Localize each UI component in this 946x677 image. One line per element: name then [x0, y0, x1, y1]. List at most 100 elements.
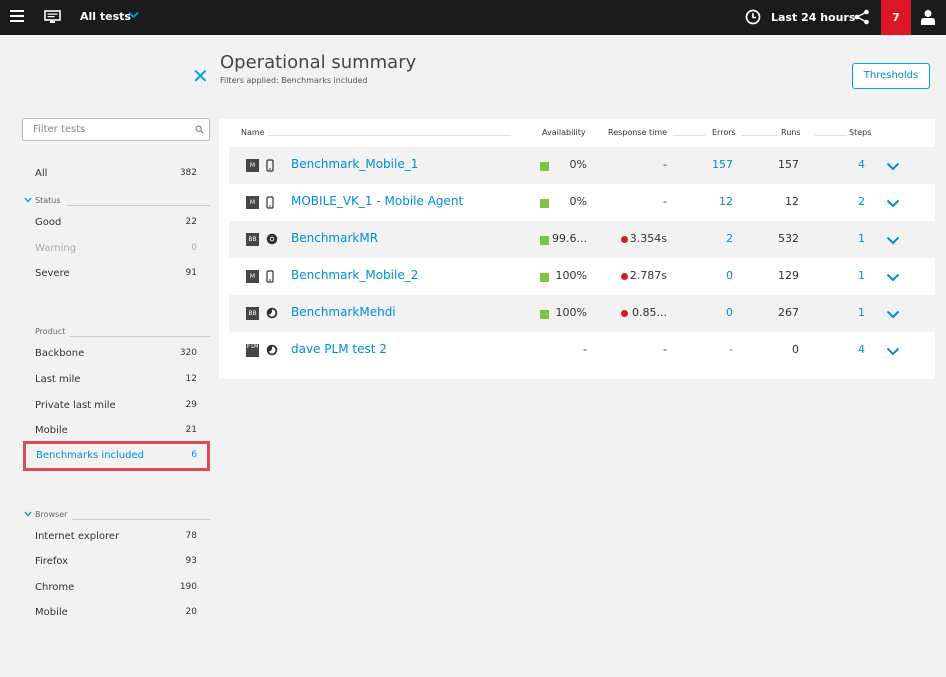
sidebar-item-firefox[interactable]: Firefox 93	[22, 553, 210, 573]
steps-link[interactable]: 2	[829, 195, 865, 208]
filter-tests-field[interactable]	[22, 118, 210, 141]
browser-section-header[interactable]: Browser	[22, 510, 210, 522]
notification-badge[interactable]: 7	[881, 0, 911, 35]
errors-link[interactable]: 0	[689, 269, 733, 282]
table-row[interactable]: M Benchmark_Mobile_2 100% 2.787s 0 129 1	[229, 258, 935, 295]
page-title: Operational summary	[220, 52, 417, 73]
sidebar-item-internet-explorer[interactable]: Internet explorer 78	[22, 528, 210, 548]
sidebar-item-chrome[interactable]: Chrome 190	[22, 579, 210, 599]
chevron-down-icon[interactable]	[886, 162, 900, 171]
table-row[interactable]: M Benchmark_Mobile_1 0% - 157 157 4	[229, 147, 935, 184]
sidebar-item-severe[interactable]: Severe 91	[22, 265, 210, 285]
search-icon[interactable]	[195, 125, 204, 134]
errors-link[interactable]: 157	[689, 158, 733, 171]
thresholds-button[interactable]: Thresholds	[852, 63, 930, 89]
product-badge: BB	[246, 307, 259, 320]
steps-link[interactable]: 1	[829, 306, 865, 319]
hamburger-menu-icon[interactable]	[10, 10, 24, 24]
response-time-value: 3.354s	[629, 232, 667, 245]
test-name-link[interactable]: dave PLM test 2	[291, 342, 387, 356]
filters-applied-text: Filters applied: Benchmarks included	[220, 76, 368, 85]
divider	[742, 135, 778, 136]
sidebar-item-count: 320	[179, 348, 197, 358]
errors-link[interactable]: 0	[689, 306, 733, 319]
column-header-availability[interactable]: Availability	[542, 128, 586, 137]
response-time-value: -	[663, 195, 667, 208]
runs-value: 532	[778, 232, 799, 245]
response-time-value: 0.85...	[632, 306, 667, 319]
runs-value: 12	[785, 195, 799, 208]
filter-tests-input[interactable]	[33, 119, 193, 140]
sidebar-item-good[interactable]: Good 22	[22, 214, 210, 234]
sidebar-item-count: 78	[185, 531, 197, 541]
app-title[interactable]: All tests	[80, 10, 131, 23]
sidebar-item-count: 91	[185, 268, 197, 278]
table-row[interactable]: BB BenchmarkMR 99.6... 3.354s 2 532 1	[229, 221, 935, 258]
test-name-link[interactable]: MOBILE_VK_1 - Mobile Agent	[291, 194, 463, 208]
sidebar-item-all[interactable]: All 382	[22, 165, 210, 185]
sidebar-item-label: All	[35, 168, 48, 179]
chevron-down-icon[interactable]	[128, 11, 139, 19]
steps-link[interactable]: 4	[829, 343, 865, 356]
sidebar-item-label: Benchmarks included	[36, 450, 144, 461]
divider	[815, 135, 847, 136]
sidebar-item-count: 6	[191, 450, 197, 460]
chevron-down-icon[interactable]	[886, 347, 900, 356]
errors-link[interactable]: 12	[689, 195, 733, 208]
table-row[interactable]: M MOBILE_VK_1 - Mobile Agent 0% - 12 12 …	[229, 184, 935, 221]
chevron-down-icon[interactable]	[886, 310, 900, 319]
errors-link[interactable]: -	[689, 343, 733, 356]
steps-link[interactable]: 4	[829, 158, 865, 171]
sidebar-item-count: 29	[185, 400, 197, 410]
chevron-down-icon[interactable]	[24, 197, 32, 203]
sidebar-item-label: Mobile	[35, 607, 68, 618]
share-icon[interactable]	[854, 9, 870, 25]
availability-value: 0%	[569, 195, 587, 208]
monitor-icon[interactable]	[44, 10, 61, 24]
sidebar-item-backbone[interactable]: Backbone 320	[22, 345, 210, 365]
mobile-device-icon	[266, 270, 274, 283]
errors-link[interactable]: 2	[689, 232, 733, 245]
table-row[interactable]: P LM dave PLM test 2 - - - 0 4	[229, 332, 935, 369]
sidebar-item-count: 93	[185, 556, 197, 566]
sidebar-item-mobile-product[interactable]: Mobile 21	[22, 422, 210, 442]
chevron-down-icon[interactable]	[886, 236, 900, 245]
section-header-label: Browser	[35, 510, 68, 519]
test-name-link[interactable]: BenchmarkMR	[291, 231, 378, 245]
sidebar-item-mobile-browser[interactable]: Mobile 20	[22, 604, 210, 624]
sidebar-item-label: Backbone	[35, 348, 85, 359]
table-row[interactable]: BB BenchmarkMehdi 100% 0.85... 0 267 1	[229, 295, 935, 332]
sidebar-item-last-mile[interactable]: Last mile 12	[22, 371, 210, 391]
section-header-label: Status	[35, 196, 61, 205]
column-header-response-time[interactable]: Response time	[608, 128, 667, 137]
response-time-value: -	[663, 343, 667, 356]
chevron-down-icon[interactable]	[886, 199, 900, 208]
test-name-link[interactable]: Benchmark_Mobile_2	[291, 268, 418, 282]
test-name-link[interactable]: BenchmarkMehdi	[291, 305, 396, 319]
test-name-link[interactable]: Benchmark_Mobile_1	[291, 157, 418, 171]
column-header-steps[interactable]: Steps	[849, 128, 871, 137]
close-icon[interactable]: ✕	[192, 66, 209, 86]
sidebar-item-count: 21	[185, 425, 197, 435]
sidebar-item-private-last-mile[interactable]: Private last mile 29	[22, 397, 210, 417]
product-badge: P LM	[246, 344, 259, 357]
sidebar-item-benchmarks-included[interactable]: Benchmarks included 6	[23, 441, 210, 471]
chevron-down-icon[interactable]	[886, 273, 900, 282]
timeframe-selector[interactable]: Last 24 hours	[771, 11, 855, 24]
runs-value: 129	[778, 269, 799, 282]
product-badge: M	[246, 196, 259, 209]
user-icon[interactable]	[920, 9, 936, 26]
column-header-name[interactable]: Name	[241, 128, 265, 137]
column-header-runs[interactable]: Runs	[781, 128, 801, 137]
product-section-header[interactable]: Product	[22, 327, 210, 339]
column-header-errors[interactable]: Errors	[712, 128, 736, 137]
chevron-down-icon[interactable]	[24, 511, 32, 517]
sidebar-item-warning[interactable]: Warning 0	[22, 240, 210, 260]
divider	[72, 519, 210, 520]
divider	[67, 205, 210, 206]
clock-icon[interactable]	[745, 9, 761, 25]
status-section-header[interactable]: Status	[22, 196, 210, 208]
steps-link[interactable]: 1	[829, 269, 865, 282]
steps-link[interactable]: 1	[829, 232, 865, 245]
availability-value: 100%	[555, 269, 587, 282]
